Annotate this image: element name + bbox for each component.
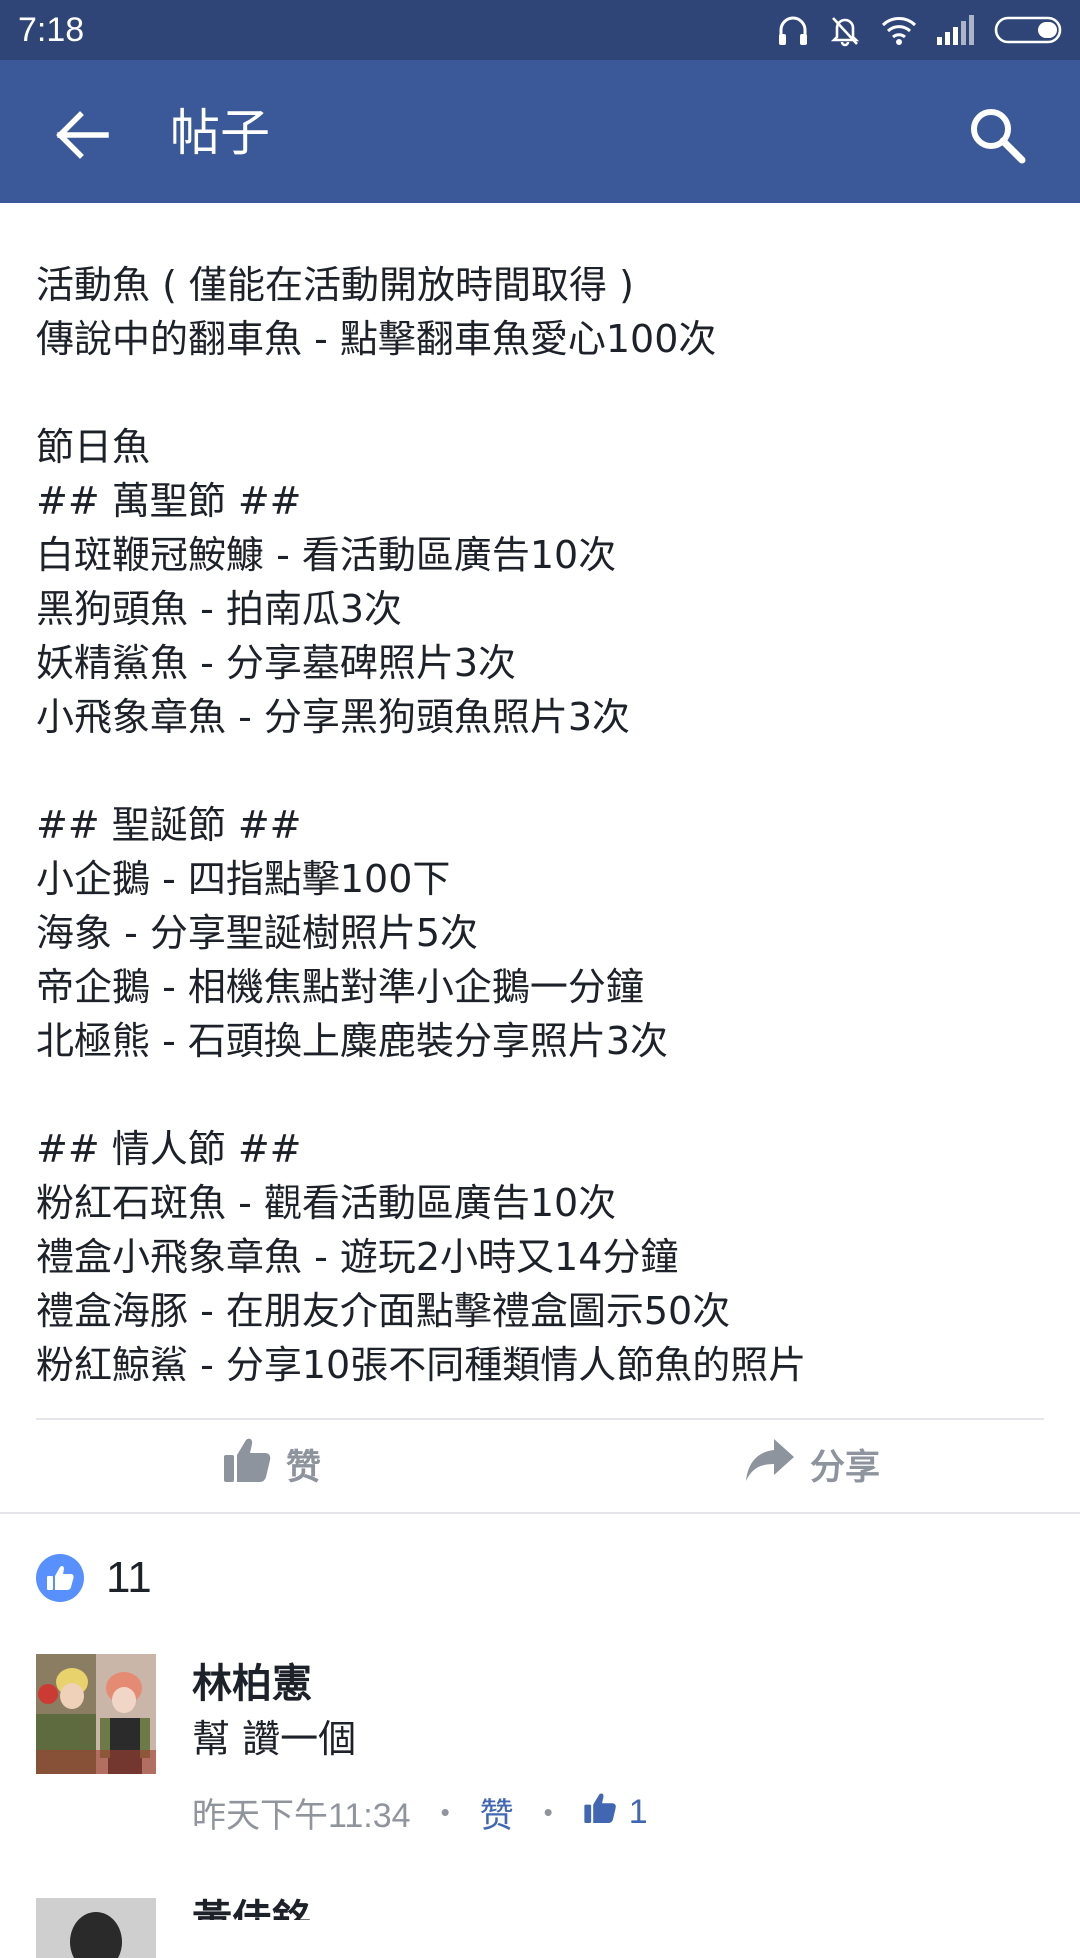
bell-muted-icon <box>828 13 862 47</box>
comment-author[interactable]: 黃佳銘 <box>192 1892 312 1920</box>
post-line: 粉紅鯨鯊 - 分享10張不同種類情人節魚的照片 <box>36 1343 807 1387</box>
status-icons <box>776 10 1064 50</box>
post-line: 黑狗頭魚 - 拍南瓜3次 <box>36 587 403 631</box>
separator-dot: • <box>543 1796 553 1827</box>
comment-like-button[interactable]: 赞 <box>480 1788 514 1837</box>
comment-meta: 昨天下午11:34 • 赞 • 1 <box>192 1784 648 1840</box>
post-line: 禮盒海豚 - 在朋友介面點擊禮盒圖示50次 <box>36 1289 731 1333</box>
share-arrow-icon <box>744 1435 796 1494</box>
post-line: 海象 - 分享聖誕樹照片5次 <box>36 911 479 955</box>
post-line: 節日魚 <box>36 425 151 469</box>
share-button[interactable]: 分享 <box>744 1432 880 1496</box>
reaction-count[interactable]: 11 <box>106 1550 152 1606</box>
search-button[interactable] <box>962 100 1032 170</box>
comment-time: 昨天下午11:34 <box>192 1796 411 1835</box>
share-label: 分享 <box>810 1447 881 1488</box>
comment-reaction-count[interactable]: 1 <box>583 1791 648 1834</box>
status-time: 7:18 <box>18 11 85 49</box>
search-icon <box>962 109 1032 174</box>
post-line: ## 萬聖節 ## <box>36 479 302 523</box>
post-line <box>36 1068 1046 1122</box>
thumbs-up-icon <box>222 1435 272 1494</box>
like-button[interactable]: 赞 <box>222 1432 321 1496</box>
back-button[interactable] <box>48 100 118 170</box>
post-line: 妖精鯊魚 - 分享墓碑照片3次 <box>36 641 517 685</box>
thumbs-up-icon <box>583 1791 617 1834</box>
post-line: 小企鵝 - 四指點擊100下 <box>36 857 451 901</box>
post-line: 粉紅石斑魚 - 觀看活動區廣告10次 <box>36 1181 617 1225</box>
headphones-icon <box>776 13 810 47</box>
separator-dot: • <box>440 1796 450 1827</box>
post-line: ## 情人節 ## <box>36 1127 302 1171</box>
comment-like-count: 1 <box>628 1792 648 1831</box>
post-line: 帝企鵝 - 相機焦點對準小企鵝一分鐘 <box>36 965 644 1009</box>
avatar[interactable] <box>36 1898 156 1958</box>
post-line: 北極熊 - 石頭換上麋鹿裝分享照片3次 <box>36 1019 669 1063</box>
post-line <box>36 366 1046 420</box>
comment-text: 幫 讚一個 <box>192 1717 357 1761</box>
signal-icon <box>936 13 976 47</box>
wifi-icon <box>880 13 918 47</box>
status-bar: 7:18 <box>0 0 1080 60</box>
page-title: 帖子 <box>170 104 270 162</box>
post-line <box>36 744 1046 798</box>
divider <box>0 1512 1080 1514</box>
battery-icon <box>994 13 1064 47</box>
like-label: 赞 <box>286 1447 322 1488</box>
comment-author[interactable]: 林柏憲 <box>192 1656 312 1712</box>
post-line: 白斑鞭冠鮟鱇 - 看活動區廣告10次 <box>36 533 617 577</box>
post-line: ## 聖誕節 ## <box>36 803 302 847</box>
like-reaction-icon[interactable] <box>36 1554 84 1602</box>
post-line: 活動魚 ( 僅能在活動開放時間取得 ) <box>36 263 634 307</box>
app-bar: 帖子 <box>0 60 1080 203</box>
post-body: 活動魚 ( 僅能在活動開放時間取得 ) 傳說中的翻車魚 - 點擊翻車魚愛心100… <box>36 258 1046 1392</box>
avatar[interactable] <box>36 1654 156 1774</box>
post-line: 禮盒小飛象章魚 - 遊玩2小時又14分鐘 <box>36 1235 679 1279</box>
arrow-left-icon <box>48 111 118 174</box>
post-line: 小飛象章魚 - 分享黑狗頭魚照片3次 <box>36 695 631 739</box>
post-line: 傳說中的翻車魚 - 點擊翻車魚愛心100次 <box>36 317 717 361</box>
divider <box>36 1418 1044 1420</box>
